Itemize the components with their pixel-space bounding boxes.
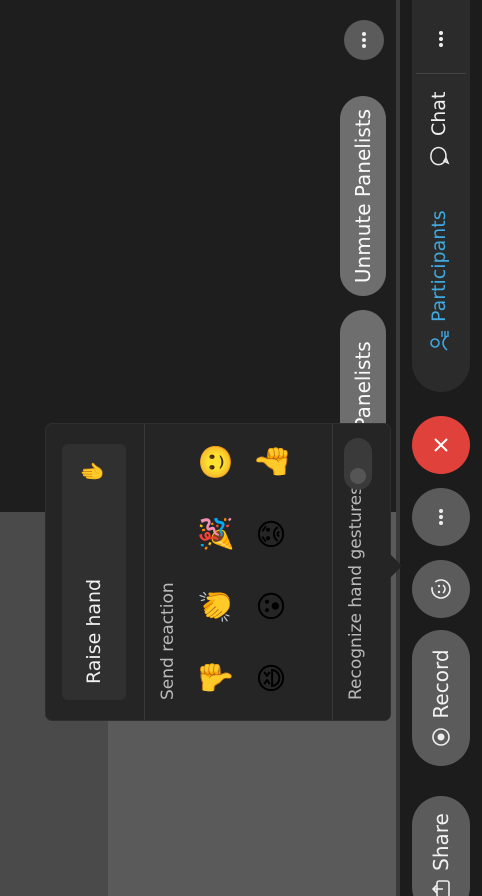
- share-icon: [431, 880, 450, 896]
- close-icon: [434, 438, 448, 452]
- recognize-gestures-toggle[interactable]: [344, 438, 372, 490]
- share-label: Share: [429, 813, 453, 871]
- smiley-reaction-icon: [431, 579, 451, 599]
- chat-icon: [430, 146, 450, 166]
- raise-hand-button[interactable]: Raise hand ✋: [62, 444, 126, 700]
- video-more-button[interactable]: [344, 20, 384, 60]
- unmute-panelists-button[interactable]: Unmute Panelists: [340, 96, 386, 296]
- record-button[interactable]: Record: [412, 630, 470, 766]
- tab-divider: [416, 73, 466, 74]
- ellipsis-icon: [362, 32, 366, 48]
- tab-participants[interactable]: Participants: [428, 210, 450, 352]
- reaction-thumbs-down[interactable]: 👎: [196, 658, 236, 698]
- reaction-clap[interactable]: 👏: [196, 586, 236, 626]
- panel-tabs-group: Participants Chat: [412, 0, 470, 392]
- send-reaction-label: Send reaction: [158, 582, 178, 700]
- raise-hand-label: Raise hand: [83, 578, 105, 684]
- popup-caret: [388, 552, 402, 580]
- end-meeting-button[interactable]: [412, 416, 470, 474]
- record-icon: [432, 727, 450, 746]
- ellipsis-icon: [439, 509, 443, 525]
- separator: [332, 424, 333, 720]
- bottom-toolbar: Share Record Participants Chat: [400, 0, 482, 896]
- participants-icon: [430, 331, 449, 351]
- participants-label: Participants: [428, 210, 450, 322]
- chat-label: Chat: [428, 91, 450, 136]
- unmute-panelists-label: Unmute Panelists: [351, 108, 375, 284]
- reaction-sad[interactable]: 😟: [252, 514, 292, 554]
- separator: [144, 424, 145, 720]
- meeting-screen: ute Panelists Unmute Panelists Share Rec…: [0, 0, 482, 896]
- reaction-smile[interactable]: 🙂: [196, 442, 236, 482]
- reaction-laugh[interactable]: 😆: [252, 658, 292, 698]
- reaction-surprised[interactable]: 😮: [252, 586, 292, 626]
- share-button[interactable]: Share: [412, 796, 470, 896]
- more-button[interactable]: [412, 488, 470, 546]
- raise-hand-icon: ✋: [80, 460, 104, 485]
- recognize-gestures-label: Recognize hand gestures: [346, 486, 366, 700]
- reactions-popup: Raise hand ✋ Send reaction 👎 👏 🎉 🙂 😆 😮 😟…: [46, 424, 390, 720]
- tab-chat[interactable]: Chat: [428, 92, 450, 166]
- reaction-party[interactable]: 🎉: [196, 514, 236, 554]
- record-label: Record: [429, 649, 453, 719]
- reaction-thumbs-up[interactable]: 👍: [252, 442, 292, 482]
- toggle-knob: [350, 468, 366, 484]
- tabs-more-button[interactable]: [420, 18, 462, 60]
- reactions-button[interactable]: [412, 560, 470, 618]
- ellipsis-icon: [439, 31, 443, 47]
